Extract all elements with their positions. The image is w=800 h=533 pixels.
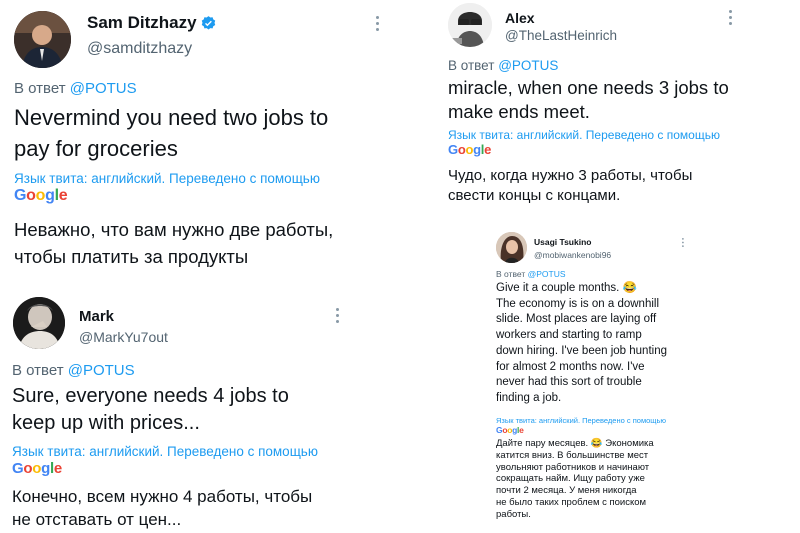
tweet-text-line: keep up with prices...: [12, 412, 200, 434]
tweet-text-line: pay for groceries: [14, 136, 178, 161]
tweet-text: Sure, everyone needs 4 jobs to keep up w…: [12, 383, 289, 437]
display-name[interactable]: Mark: [79, 308, 114, 325]
tweet-text: miracle, when one needs 3 jobs to make e…: [448, 76, 729, 124]
display-name[interactable]: Alex: [505, 10, 535, 26]
reply-prefix: В ответ: [14, 80, 66, 97]
tweet-text: Give it a couple months. 😂 The economy i…: [496, 281, 667, 407]
google-logo: Google: [12, 460, 62, 477]
tweet-text-line: slide. Most places are laying off: [496, 313, 657, 326]
translation-note: Язык твита: английский. Переведено с пом…: [12, 444, 318, 459]
tweet-usagi-tsukino: Usagi Tsukino @mobiwankenobi96 В ответ @…: [486, 228, 706, 533]
reply-context: В ответ @POTUS: [448, 58, 558, 73]
tweet-text: Nevermind you need two jobs to pay for g…: [14, 102, 328, 164]
avatar[interactable]: [496, 232, 527, 263]
reply-mention-link[interactable]: @POTUS: [68, 362, 135, 379]
avatar-image: [14, 11, 71, 68]
avatar[interactable]: [14, 11, 71, 68]
translated-text-line: чтобы платить за продукты: [14, 246, 249, 267]
translated-text: Конечно, всем нужно 4 работы, чтобы не о…: [12, 485, 312, 531]
more-options-icon[interactable]: [336, 308, 339, 326]
translated-text: Неважно, что вам нужно две работы, чтобы…: [14, 216, 333, 270]
translated-text-line: Неважно, что вам нужно две работы,: [14, 219, 334, 240]
reply-mention-link[interactable]: @POTUS: [498, 58, 558, 73]
avatar-image: [496, 232, 527, 263]
translation-note: Язык твита: английский. Переведено с пом…: [14, 171, 320, 186]
translated-text-line: Дайте пару месяцев. 😂 Экономика: [496, 438, 654, 449]
tweet-text-line: Give it a couple months. 😂: [496, 282, 637, 294]
reply-prefix: В ответ: [448, 58, 495, 73]
avatar-image: [448, 3, 492, 47]
translated-text: Дайте пару месяцев. 😂 Экономика катится …: [496, 438, 654, 521]
translated-text: Чудо, когда нужно 3 работы, чтобы свести…: [448, 166, 692, 206]
translation-note: Язык твита: английский. Переведено с пом…: [448, 128, 720, 142]
more-options-icon[interactable]: [682, 238, 684, 249]
reply-prefix: В ответ: [12, 362, 64, 379]
display-name[interactable]: Sam Ditzhazy: [87, 13, 197, 33]
google-logo: Google: [14, 187, 68, 204]
translated-text-line: не было таких проблем с поиском: [496, 496, 647, 508]
reply-mention-link[interactable]: @POTUS: [70, 80, 137, 97]
translated-text-line: увольняют работников и начинают: [496, 461, 650, 473]
handle[interactable]: @samditzhazy: [87, 40, 192, 58]
translated-text-line: работы.: [496, 508, 531, 520]
translated-text-line: свести концы с концами.: [448, 187, 621, 204]
translated-text-line: не отставать от цен...: [12, 510, 182, 529]
tweet-text-line: workers and starting to ramp: [496, 329, 642, 342]
more-options-icon[interactable]: [729, 10, 732, 28]
handle[interactable]: @MarkYu7out: [79, 329, 168, 345]
tweet-text-line: finding a job.: [496, 391, 562, 404]
tweet-text-line: never had this sort of trouble: [496, 376, 642, 389]
tweet-text-line: Nevermind you need two jobs to: [14, 105, 329, 130]
tweet-text-line: down hiring. I've been job hunting: [496, 344, 667, 357]
translated-text-line: почти 2 месяца. У меня никогда: [496, 485, 637, 497]
avatar-image: [13, 297, 65, 349]
google-logo: Google: [448, 142, 492, 157]
handle[interactable]: @mobiwankenobi96: [534, 250, 611, 260]
more-options-icon[interactable]: [376, 16, 379, 34]
tweet-mark: Mark @MarkYu7out В ответ @POTUS Sure, ev…: [0, 292, 400, 533]
tweet-sam-ditzhazy: Sam Ditzhazy @samditzhazy В ответ @POTUS…: [0, 0, 400, 290]
reply-prefix: В ответ: [496, 269, 526, 279]
display-name[interactable]: Usagi Tsukino: [534, 237, 591, 247]
translated-text-line: Конечно, всем нужно 4 работы, чтобы: [12, 487, 313, 506]
reply-context: В ответ @POTUS: [14, 80, 137, 97]
handle[interactable]: @TheLastHeinrich: [505, 28, 617, 43]
avatar[interactable]: [448, 3, 492, 47]
tweet-text-line: Sure, everyone needs 4 jobs to: [12, 385, 289, 407]
verified-badge-icon: [201, 16, 216, 30]
translated-text-line: Чудо, когда нужно 3 работы, чтобы: [448, 167, 693, 184]
reply-mention-link[interactable]: @POTUS: [528, 269, 566, 279]
tweet-text-line: miracle, when one needs 3 jobs to: [448, 77, 729, 98]
reply-context: В ответ @POTUS: [496, 269, 566, 279]
translation-note: Язык твита: английский. Переведено с пом…: [496, 416, 666, 425]
translated-text-line: катится вниз. В большинстве мест: [496, 449, 649, 461]
tweet-text-line: make ends meet.: [448, 101, 590, 122]
google-logo: Google: [496, 425, 524, 435]
reply-context: В ответ @POTUS: [12, 362, 135, 379]
tweet-text-line: The economy is is on a downhill: [496, 297, 659, 310]
translated-text-line: сокращать найм. Ищу работу уже: [496, 473, 645, 485]
tweet-text-line: for almost 2 months now. I've: [496, 360, 645, 373]
avatar[interactable]: [13, 297, 65, 349]
tweet-alex: Alex @TheLastHeinrich В ответ @POTUS mir…: [432, 0, 800, 215]
